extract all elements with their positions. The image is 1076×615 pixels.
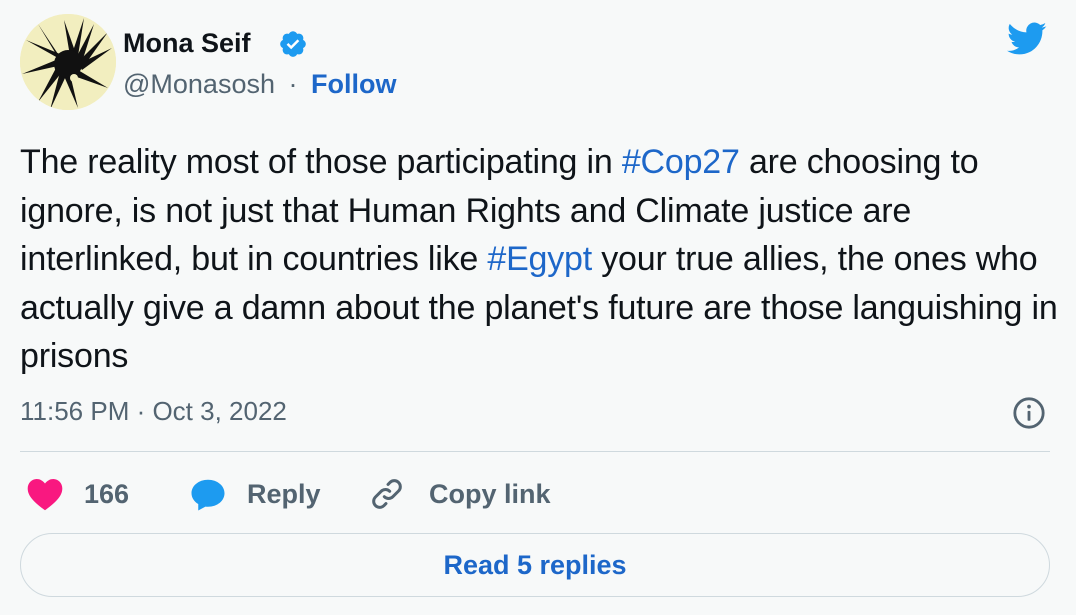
hashtag-link[interactable]: #Cop27 xyxy=(622,143,740,181)
reply-button[interactable]: Reply xyxy=(189,474,321,514)
speech-bubble-icon xyxy=(191,479,225,511)
author-name[interactable]: Mona Seif xyxy=(123,26,251,60)
verified-badge-icon xyxy=(280,31,306,57)
follow-button[interactable]: Follow xyxy=(311,69,396,99)
divider xyxy=(20,451,1050,452)
handle-separator: · xyxy=(288,69,298,99)
author-handle[interactable]: @Monasosh xyxy=(123,69,275,99)
copy-link-button[interactable]: Copy link xyxy=(369,474,551,514)
like-button[interactable]: 166 xyxy=(26,474,129,514)
twitter-bird-icon[interactable] xyxy=(1005,18,1049,58)
like-count: 166 xyxy=(84,478,130,509)
avatar-sun-drawing-icon xyxy=(20,14,116,110)
heart-icon xyxy=(27,479,63,511)
read-replies-button[interactable]: Read 5 replies xyxy=(20,533,1050,597)
copy-link-label: Copy link xyxy=(429,478,551,509)
tweet-card: Mona Seif @Monasosh · Follow The reality… xyxy=(0,0,1076,615)
link-icon xyxy=(372,479,402,509)
tweet-text-segment: The reality most of those participating … xyxy=(20,143,622,181)
tweet-timestamp[interactable]: 11:56 PM · Oct 3, 2022 xyxy=(20,395,287,427)
info-icon[interactable] xyxy=(1012,396,1046,430)
avatar[interactable] xyxy=(20,14,116,110)
reply-label: Reply xyxy=(247,478,321,509)
hashtag-link[interactable]: #Egypt xyxy=(487,240,592,278)
tweet-text: The reality most of those participating … xyxy=(20,138,1060,381)
read-replies-label: Read 5 replies xyxy=(443,549,627,580)
handle-row: @Monasosh · Follow xyxy=(123,67,397,101)
